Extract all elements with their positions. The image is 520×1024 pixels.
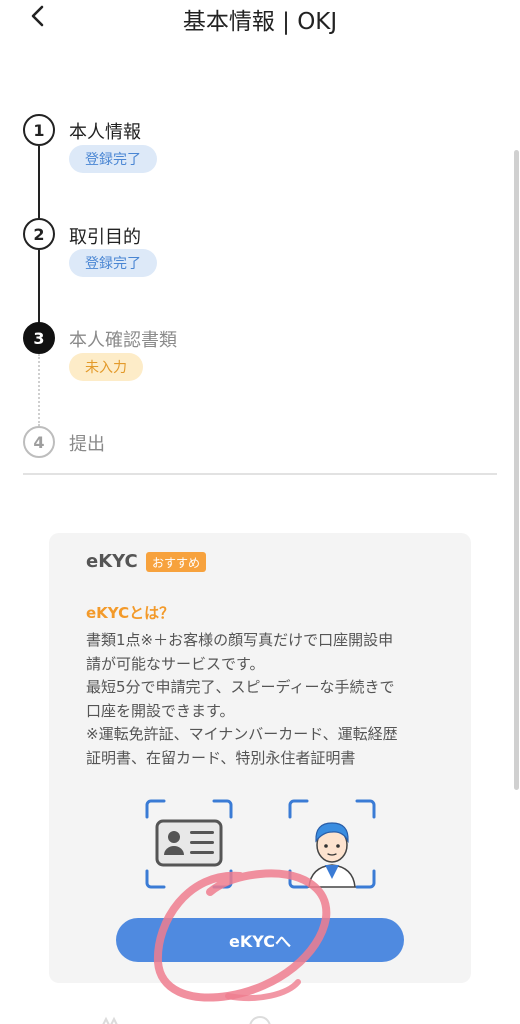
description-line: 口座を開設できます。 bbox=[86, 701, 235, 720]
ekyc-button[interactable]: eKYCへ bbox=[116, 918, 404, 962]
status-badge: 登録完了 bbox=[69, 145, 157, 173]
bottom-nav-hint bbox=[248, 1012, 272, 1024]
card-title: eKYC bbox=[86, 551, 138, 572]
description-line: 書類1点※＋お客様の顔写真だけで口座開設申 bbox=[86, 631, 394, 649]
progress-stepper: 1 本人情報 登録完了 2 取引目的 登録完了 3 本人確認書類 未入力 4 提… bbox=[0, 0, 520, 475]
description-line: 請が可能なサービスです。 bbox=[86, 654, 265, 673]
step-number: 2 bbox=[23, 218, 55, 250]
step-connector bbox=[38, 250, 40, 324]
divider bbox=[23, 473, 497, 475]
bottom-nav-hint bbox=[100, 1012, 124, 1024]
id-card-icon bbox=[145, 799, 233, 889]
step-title: 本人情報 bbox=[69, 122, 141, 143]
status-badge: 登録完了 bbox=[69, 249, 157, 277]
step-connector bbox=[38, 354, 40, 426]
step-number: 3 bbox=[23, 322, 55, 354]
step-connector bbox=[38, 146, 40, 218]
description: 書類1点※＋お客様の顔写真だけで口座開設申 請が可能なサービスです。 最短5分で… bbox=[86, 629, 446, 770]
ekyc-card: eKYC おすすめ eKYCとは？ 書類1点※＋お客様の顔写真だけで口座開設申 … bbox=[49, 533, 471, 983]
person-face-icon bbox=[288, 799, 376, 889]
step-title: 取引目的 bbox=[69, 227, 141, 248]
recommend-badge: おすすめ bbox=[146, 552, 207, 572]
section-heading: eKYCとは？ bbox=[86, 604, 175, 622]
step-number: 4 bbox=[23, 426, 55, 458]
step-title: 本人確認書類 bbox=[69, 330, 177, 351]
step-number: 1 bbox=[23, 114, 55, 146]
step-title: 提出 bbox=[69, 434, 105, 455]
description-line: 最短5分で申請完了、スピーディーな手続きで bbox=[86, 678, 395, 696]
description-line: ※運転免許証、マイナンバーカード、運転経歴 bbox=[86, 725, 398, 743]
description-line: 証明書、在留カード、特別永住者証明書 bbox=[86, 748, 356, 767]
status-badge: 未入力 bbox=[69, 353, 143, 381]
